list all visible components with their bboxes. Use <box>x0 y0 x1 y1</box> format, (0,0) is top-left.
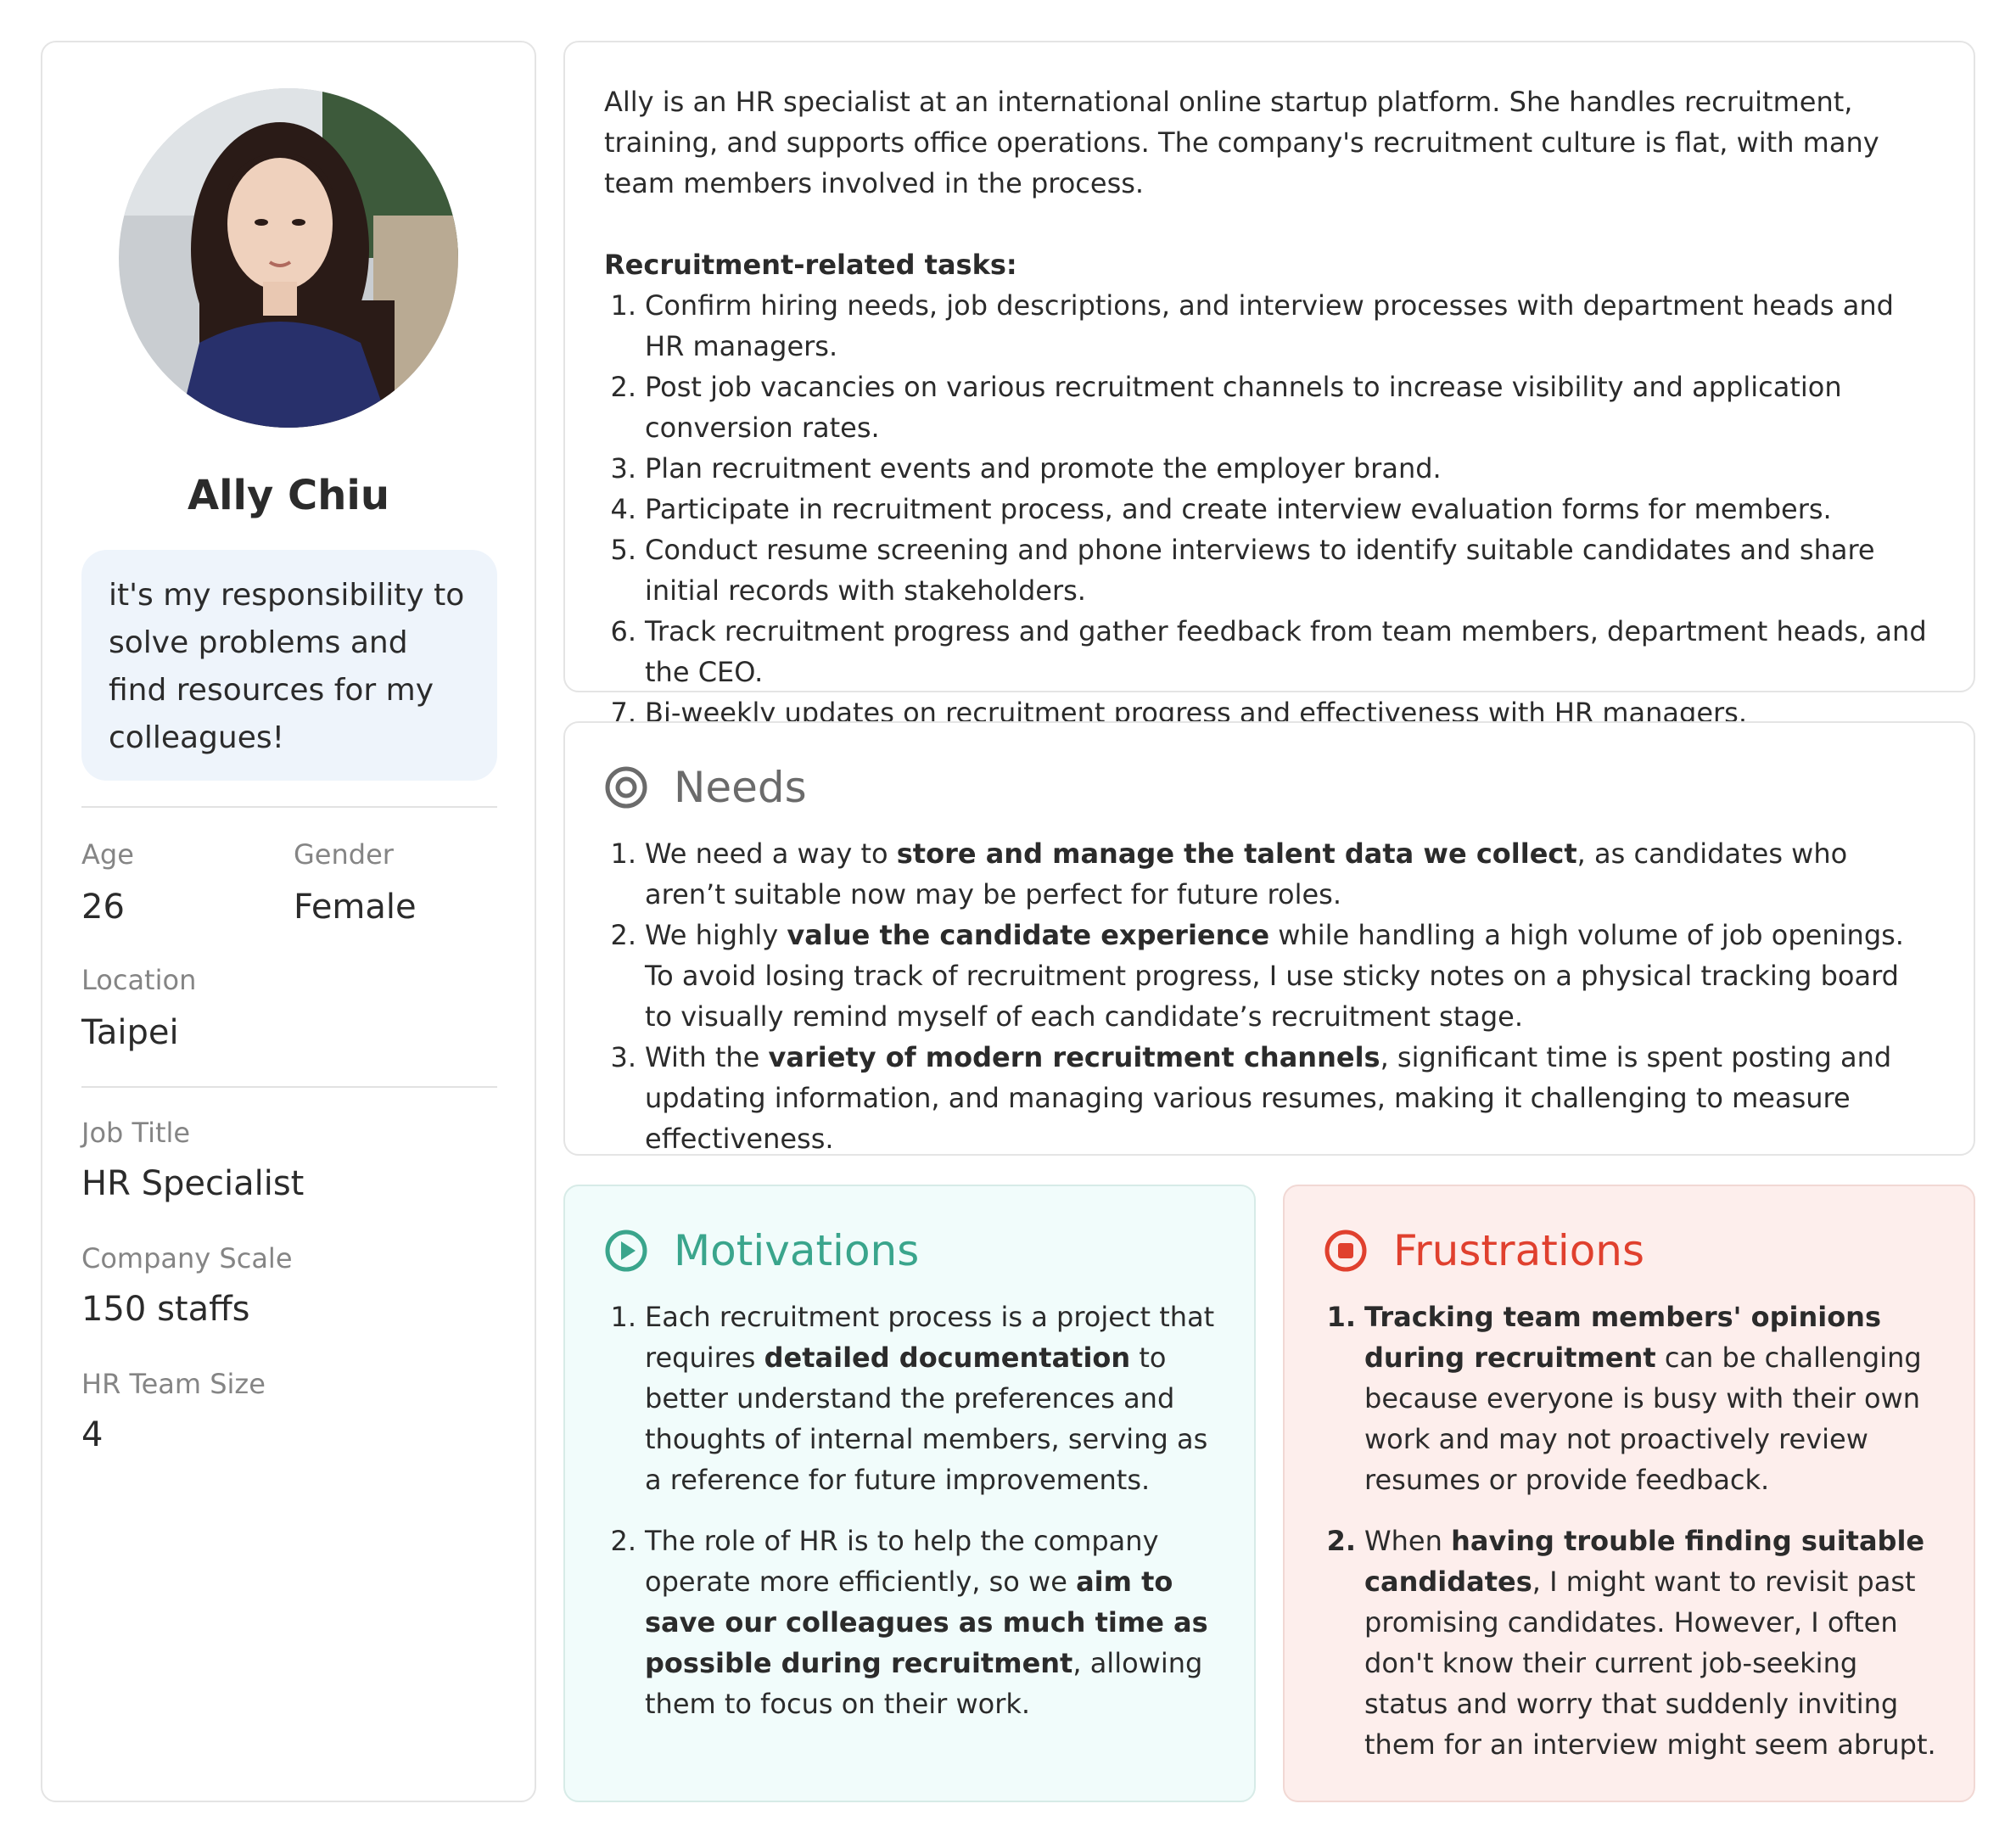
list-item: 2. Post job vacancies on various recruitm… <box>610 371 1842 444</box>
location-label: Location <box>81 964 197 996</box>
frustrations-list: 1. Tracking team members' opinions during… <box>1324 1297 1943 1765</box>
list-item: 1. We need a way to store and manage the … <box>610 837 1848 910</box>
motivations-card: Motivations 1. Each recruitment process i… <box>563 1185 1256 1802</box>
stop-circle-icon <box>1324 1229 1368 1273</box>
list-item: 2. The role of HR is to help the company … <box>610 1525 1208 1720</box>
target-icon <box>604 765 648 809</box>
frustrations-header: Frustrations <box>1324 1225 1644 1276</box>
needs-title: Needs <box>674 763 807 812</box>
frustrations-title: Frustrations <box>1393 1226 1645 1275</box>
list-item: 5. Conduct resume screening and phone int… <box>610 534 1875 607</box>
needs-card: Needs 1. We need a way to store and manag… <box>563 721 1975 1156</box>
motivations-header: Motivations <box>604 1225 919 1276</box>
gender-label: Gender <box>294 838 394 871</box>
list-item: 1. Each recruitment process is a project … <box>610 1301 1215 1496</box>
divider <box>81 1086 497 1088</box>
list-item: 1. Tracking team members' opinions during… <box>1326 1301 1922 1496</box>
team-size-label: HR Team Size <box>81 1368 266 1400</box>
list-item: 3. Plan recruitment events and promote th… <box>610 452 1442 485</box>
frustrations-card: Frustrations 1. Tracking team members' op… <box>1283 1185 1975 1802</box>
persona-name: Ally Chiu <box>187 472 390 519</box>
age-label: Age <box>81 838 134 871</box>
gender-value: Female <box>294 888 417 927</box>
about-card: Ally is an HR specialist at an internati… <box>563 41 1975 729</box>
intro-text: Ally is an HR specialist at an internati… <box>604 86 1879 199</box>
needs-list: 1. We need a way to store and manage the … <box>604 833 1928 1159</box>
list-item: 3. With the variety of modern recruitment… <box>610 1041 1892 1155</box>
list-item: 6. Track recruitment progress and gather … <box>610 615 1927 688</box>
tasks-heading: Recruitment-related tasks: <box>604 249 1017 281</box>
job-title-value: HR Specialist <box>81 1164 305 1203</box>
motivations-title: Motivations <box>674 1226 920 1275</box>
job-title-label: Job Title <box>81 1117 191 1149</box>
company-scale-value: 150 staffs <box>81 1290 250 1329</box>
divider <box>81 806 497 808</box>
list-item: 2. When having trouble finding suitable c… <box>1326 1525 1936 1761</box>
list-item: 4. Participate in recruitment process, an… <box>610 493 1832 525</box>
avatar <box>119 88 458 428</box>
list-item: 1. Confirm hiring needs, job descriptions… <box>610 289 1894 362</box>
tasks-list: 1. Confirm hiring needs, job descriptions… <box>604 285 1928 733</box>
list-item: 2. We highly value the candidate experien… <box>610 919 1904 1033</box>
company-scale-label: Company Scale <box>81 1242 293 1274</box>
needs-header: Needs <box>604 762 807 813</box>
profile-card: Ally Chiu it's my responsibility to solv… <box>41 41 536 1802</box>
age-value: 26 <box>81 888 125 927</box>
team-size-value: 4 <box>81 1415 104 1454</box>
motivations-list: 1. Each recruitment process is a project … <box>604 1297 1224 1724</box>
persona-quote: it's my responsibility to solve problems… <box>81 550 497 781</box>
location-value: Taipei <box>81 1013 179 1052</box>
play-circle-icon <box>604 1229 648 1273</box>
